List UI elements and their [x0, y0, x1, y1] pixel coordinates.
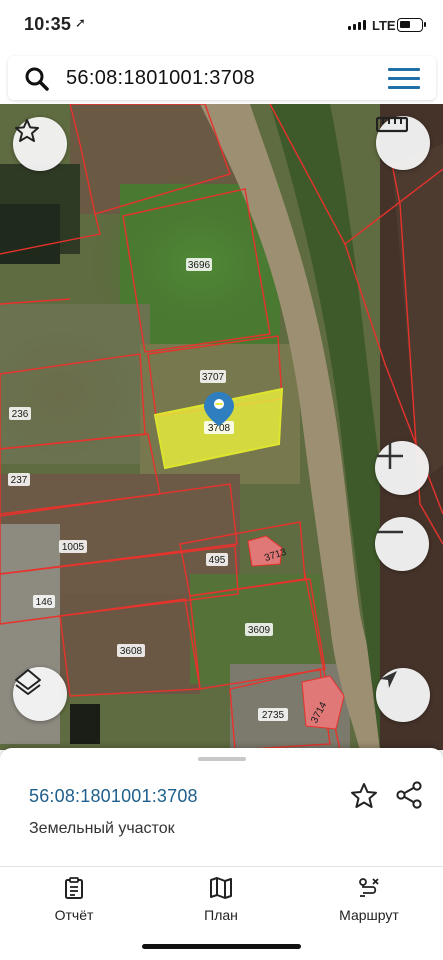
- ruler-icon: [376, 116, 408, 133]
- parcel-label: 3608: [120, 646, 143, 657]
- layers-icon: [15, 669, 41, 695]
- parcel-label: 236: [12, 409, 29, 420]
- status-time: 10:35: [24, 14, 72, 34]
- parcel-details-sheet[interactable]: 56:08:1801001:3708 Земельный участок: [0, 748, 443, 866]
- parcel-label: 3707: [202, 372, 225, 383]
- report-icon: [65, 877, 83, 899]
- layers-button[interactable]: [13, 667, 67, 721]
- route-icon: [359, 878, 379, 897]
- zoom-in-button[interactable]: [375, 441, 429, 495]
- parcel-type: Земельный участок: [29, 820, 175, 837]
- parcel-label: 3696: [188, 260, 211, 271]
- location-arrow-icon: ➚: [75, 15, 86, 30]
- tab-report-label: Отчёт: [54, 907, 94, 923]
- minus-icon: [377, 530, 403, 534]
- parcel-label: 2735: [262, 710, 285, 721]
- zoom-out-button[interactable]: [375, 517, 429, 571]
- parcel-label: 3609: [248, 625, 271, 636]
- tab-route-label: Маршрут: [339, 907, 399, 923]
- search-icon[interactable]: [24, 66, 50, 92]
- parcel-label: 1005: [62, 542, 85, 553]
- map-plan-icon: [210, 877, 232, 899]
- menu-icon[interactable]: [388, 68, 420, 90]
- parcel-label: 146: [36, 597, 53, 608]
- network-type: LTE: [372, 18, 396, 33]
- home-indicator[interactable]: [142, 944, 301, 949]
- parcel-label: 237: [11, 475, 28, 486]
- search-input[interactable]: 56:08:1801001:3708: [66, 67, 255, 90]
- tab-plan-label: План: [204, 907, 238, 923]
- parcel-cadastral-number: 56:08:1801001:3708: [29, 786, 198, 806]
- battery-icon: [397, 18, 426, 32]
- tab-route[interactable]: Маршрут: [314, 877, 424, 923]
- tab-plan[interactable]: План: [166, 877, 276, 923]
- map-view[interactable]: 3696 3707 236 237 1005 495 3713 146 3608…: [0, 104, 443, 750]
- satellite-map[interactable]: 3696 3707 236 237 1005 495 3713 146 3608…: [0, 104, 443, 750]
- my-location-button[interactable]: [376, 668, 430, 722]
- plus-icon: [377, 443, 403, 469]
- sheet-handle[interactable]: [198, 757, 246, 761]
- status-bar: 10:35 ➚ LTE: [0, 0, 443, 52]
- search-bar[interactable]: 56:08:1801001:3708: [8, 56, 436, 100]
- ruler-button[interactable]: [376, 116, 430, 170]
- share-icon[interactable]: [394, 780, 424, 810]
- navigation-arrow-icon: [380, 671, 397, 688]
- star-icon: [15, 119, 39, 142]
- favorite-star-icon[interactable]: [349, 782, 379, 810]
- cellular-signal-icon: [348, 20, 366, 30]
- tab-report[interactable]: Отчёт: [19, 877, 129, 923]
- parcel-label: 495: [209, 555, 226, 566]
- favorite-map-button[interactable]: [13, 117, 67, 171]
